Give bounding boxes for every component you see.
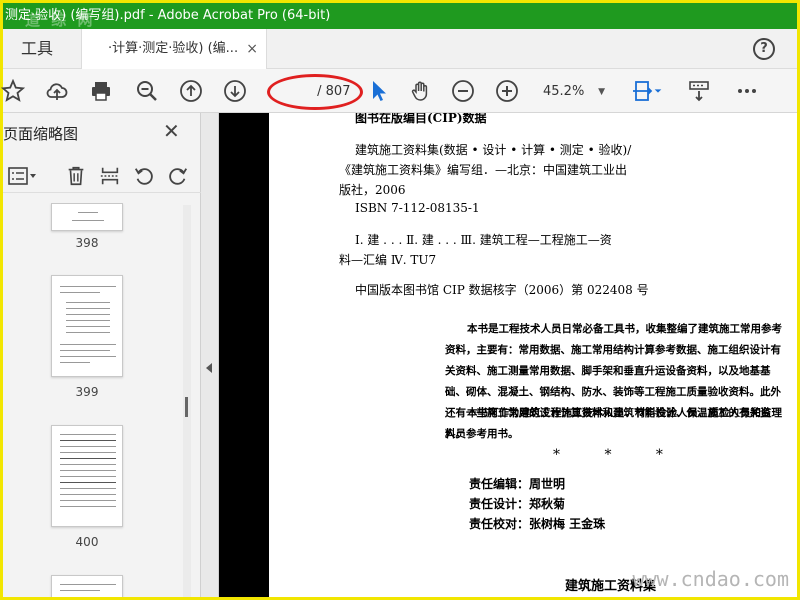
print-icon[interactable]	[87, 77, 115, 105]
zoom-out-magnifier-icon[interactable]	[133, 77, 161, 105]
logo-watermark: 道 综 网	[25, 11, 96, 29]
thumbnail-label: 398	[75, 236, 99, 250]
doc-line: Ⅰ. 建 . . . Ⅱ. 建 . . . Ⅲ. 建筑工程—工程施工—资	[355, 233, 612, 247]
document-tab-label: ·计算·测定·验收) (编...	[108, 41, 239, 56]
scan-edge	[219, 113, 269, 597]
panel-collapse-strip[interactable]	[201, 113, 219, 597]
insert-page-icon[interactable]	[97, 163, 123, 189]
chevron-down-icon: ▼	[598, 87, 605, 97]
rotate-right-icon[interactable]	[165, 163, 191, 189]
document-viewport[interactable]: 图书在版编目(CIP)数据 建筑施工资料集(数据 • 设计 • 计算 • 测定 …	[219, 113, 797, 597]
title-bar: 测定·验收) (编写组).pdf - Adobe Acrobat Pro (64…	[3, 3, 797, 29]
tab-bar: 工具 ·计算·测定·验收) (编... × ?	[3, 29, 797, 70]
thumbnail-label: 399	[75, 385, 99, 399]
cip-header: 图书在版编目(CIP)数据	[355, 113, 487, 125]
zoom-level-dropdown[interactable]: 45.2% ▼	[535, 81, 609, 103]
more-options-icon[interactable]	[733, 77, 761, 105]
thumbnail-list: 398 399 400	[3, 203, 193, 597]
pdf-page: 图书在版编目(CIP)数据 建筑施工资料集(数据 • 设计 • 计算 • 测定 …	[269, 113, 797, 597]
cloud-upload-icon[interactable]	[43, 77, 71, 105]
cip-number-line: 中国版本图书馆 CIP 数据核字（2006）第 022408 号	[355, 283, 649, 297]
keyboard-scroll-icon[interactable]	[685, 77, 713, 105]
thumbnail-label: 400	[75, 535, 99, 549]
main-toolbar: / 807 45.2% ▼	[0, 69, 797, 113]
annotation-circle	[267, 74, 363, 110]
zoom-value: 45.2%	[543, 84, 585, 99]
page-thumbnail[interactable]	[51, 425, 123, 527]
close-panel-icon[interactable]: ✕	[163, 119, 180, 143]
delete-page-icon[interactable]	[63, 163, 89, 189]
credit-line: 责任设计：郑秋菊	[469, 497, 566, 511]
panel-toolbar	[3, 159, 201, 193]
page-thumbnail[interactable]	[51, 275, 123, 377]
previous-page-icon[interactable]	[177, 77, 205, 105]
thumbnail-scrollbar[interactable]	[183, 205, 191, 597]
page-thumbnail[interactable]	[51, 203, 123, 231]
summary-paragraph: 本书可作为建筑工程施工技术人员、材料检验人员、质检人员和监理人员参考用书。	[445, 407, 782, 440]
hand-tool-icon[interactable]	[407, 77, 435, 105]
doc-line: 《建筑施工资料集》编写组．—北京：中国建筑工业出	[339, 163, 628, 177]
doc-line: 料—汇编 Ⅳ. TU7	[339, 253, 437, 267]
thumbnail-panel: 页面缩略图 ✕ 398 399 400	[3, 113, 201, 597]
zoom-in-icon[interactable]	[493, 77, 521, 105]
tools-tab[interactable]: 工具	[3, 29, 73, 69]
bookmark-star-icon[interactable]	[0, 77, 27, 105]
chevron-down-icon[interactable]	[651, 77, 665, 105]
credit-line: 责任编辑：周世明	[469, 477, 566, 491]
rotate-left-icon[interactable]	[131, 163, 157, 189]
separator-stars: * * *	[553, 447, 683, 463]
isbn-line: ISBN 7-112-08135-1	[355, 201, 480, 215]
doc-line: 建筑施工资料集(数据 • 设计 • 计算 • 测定 • 验收)/	[355, 143, 632, 157]
zoom-out-icon[interactable]	[449, 77, 477, 105]
credit-line: 责任校对：张树梅 王金珠	[469, 517, 606, 531]
thumbnail-options-icon[interactable]	[5, 163, 41, 189]
site-watermark: www.cndao.com	[632, 567, 789, 591]
select-cursor-icon[interactable]	[365, 77, 393, 105]
collapse-arrow-icon[interactable]	[206, 363, 212, 373]
document-tab[interactable]: ·计算·测定·验收) (编... ×	[81, 29, 267, 70]
page-thumbnail[interactable]	[51, 575, 123, 597]
doc-line: 版社，2006	[339, 183, 406, 197]
help-icon[interactable]: ?	[753, 38, 775, 60]
page-number-box: / 807	[267, 74, 363, 110]
next-page-icon[interactable]	[221, 77, 249, 105]
scrollbar-thumb[interactable]	[185, 397, 188, 417]
close-tab-icon[interactable]: ×	[246, 29, 258, 69]
panel-title: 页面缩略图	[3, 125, 79, 143]
